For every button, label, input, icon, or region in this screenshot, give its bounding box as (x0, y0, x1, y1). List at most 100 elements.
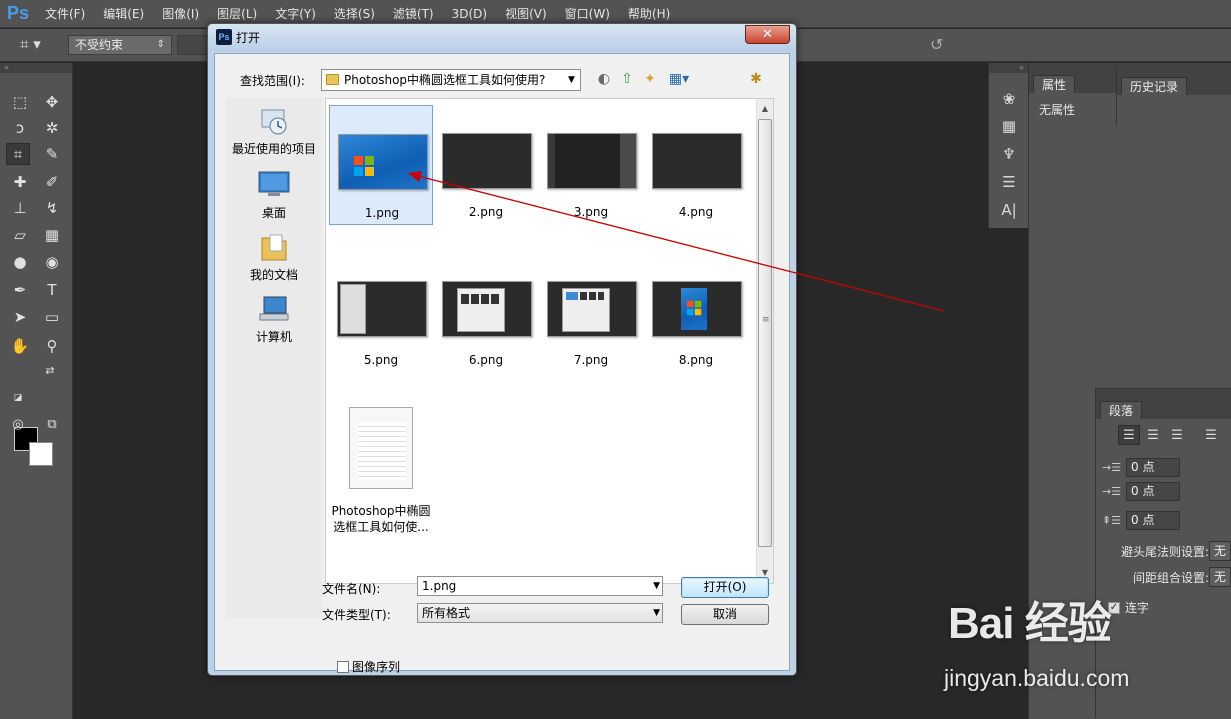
view-menu-icon[interactable]: ▦▾ (665, 70, 693, 88)
path-select-icon[interactable]: ➤ (8, 306, 32, 328)
type-icon[interactable]: T (40, 279, 64, 301)
close-button[interactable]: ✕ (745, 25, 790, 44)
menu-file[interactable]: 文件(F) (36, 0, 94, 28)
hand-icon[interactable]: ✋ (8, 335, 32, 357)
computer-icon (258, 294, 290, 324)
indent-left-field[interactable]: 0 点 (1126, 458, 1180, 477)
up-folder-icon[interactable]: ⇧ (618, 70, 636, 88)
crop-tool-preset-icon[interactable]: ⌗ ▾ (20, 35, 52, 55)
image-sequence-row[interactable]: 图像序列 (337, 658, 400, 675)
photoshop-app-icon: Ps (216, 29, 232, 45)
align-center-icon[interactable]: ☰ (1142, 425, 1164, 445)
crop-icon[interactable]: ⌗ (6, 143, 30, 165)
place-desktop[interactable]: 桌面 (226, 170, 322, 221)
open-dialog: Ps 打开 ✕ 查找范围(I): Photoshop中椭圆选框工具如何使用? ▼… (207, 23, 797, 676)
place-documents[interactable]: 我的文档 (226, 232, 322, 283)
eyedropper-icon[interactable]: ✎ (40, 143, 64, 165)
file-item[interactable]: 2.png (434, 105, 538, 225)
ratio-select[interactable]: 不受约束 (68, 35, 172, 55)
healing-icon[interactable]: ✚ (8, 171, 32, 193)
cancel-button[interactable]: 取消 (681, 604, 769, 625)
tab-paragraph[interactable]: 段落 (1100, 401, 1143, 419)
rectangle-icon[interactable]: ▭ (40, 306, 64, 328)
panel-collapse[interactable]: « (989, 63, 1028, 73)
file-item[interactable]: 6.png (434, 253, 538, 373)
adjustments-icon[interactable]: ☰ (997, 171, 1021, 193)
new-folder-icon[interactable]: ✦ (641, 70, 659, 88)
dialog-titlebar[interactable]: Ps 打开 ✕ (208, 24, 796, 51)
file-thumbnail (652, 133, 742, 189)
dodge-icon[interactable]: ◉ (40, 251, 64, 273)
file-type-select[interactable]: 所有格式 ▼ (417, 603, 663, 623)
mojikumi-select[interactable]: 无 (1209, 567, 1231, 587)
hyphenate-checkbox-row[interactable]: ✓ 连字 (1108, 599, 1149, 616)
file-name: 6.png (468, 353, 504, 367)
history-brush-icon[interactable]: ↯ (40, 197, 64, 219)
menu-edit[interactable]: 编辑(E) (94, 0, 153, 28)
place-label: 最近使用的项目 (231, 142, 316, 156)
tab-history[interactable]: 历史记录 (1121, 77, 1188, 95)
file-item[interactable]: 8.png (644, 253, 748, 373)
lasso-icon[interactable]: ↄ (8, 117, 32, 139)
swap-colors-icon[interactable]: ⇄ (38, 359, 62, 381)
hyphenate-checkbox[interactable]: ✓ (1108, 601, 1120, 614)
file-name: 1.png (364, 206, 400, 220)
scroll-up-icon[interactable]: ▲ (757, 101, 773, 117)
chevron-down-icon[interactable]: ▼ (653, 604, 660, 622)
document-icon (349, 407, 413, 489)
indent-first-line-field[interactable]: 0 点 (1126, 482, 1180, 501)
menu-image[interactable]: 图像(I) (153, 0, 208, 28)
marquee-icon[interactable]: ⬚ (8, 91, 32, 113)
look-in-combo[interactable]: Photoshop中椭圆选框工具如何使用? ▼ (321, 69, 581, 91)
place-recent[interactable]: 最近使用的项目 (226, 106, 322, 157)
place-computer[interactable]: 计算机 (226, 294, 322, 345)
file-thumbnail (547, 133, 637, 189)
stamp-icon[interactable]: ⊥ (8, 197, 32, 219)
magic-wand-icon[interactable]: ✲ (40, 117, 64, 139)
file-item[interactable]: 3.png (539, 105, 643, 225)
file-item[interactable]: Photoshop中椭圆选框工具如何使... (329, 401, 433, 541)
eraser-icon[interactable]: ▱ (8, 224, 32, 246)
move-icon[interactable]: ✥ (40, 91, 64, 113)
place-label: 计算机 (255, 330, 292, 344)
brush-preset-icon[interactable]: ♆ (997, 143, 1021, 165)
gradient-icon[interactable]: ▦ (40, 224, 64, 246)
file-thumbnail (337, 281, 427, 337)
quick-mask-icon[interactable]: ◎ (6, 413, 30, 435)
open-button[interactable]: 打开(O) (681, 577, 769, 598)
zoom-icon[interactable]: ⚲ (40, 335, 64, 357)
file-name-input[interactable]: 1.png ▼ (417, 576, 663, 596)
look-in-value: Photoshop中椭圆选框工具如何使用? (344, 73, 546, 87)
justify-icon[interactable]: ☰ (1200, 425, 1222, 445)
reset-icon[interactable]: ↺ (930, 35, 943, 54)
file-item[interactable]: 7.png (539, 253, 643, 373)
default-colors-icon[interactable]: ◪ (6, 387, 30, 409)
align-left-icon[interactable]: ☰ (1118, 425, 1140, 445)
kinsoku-select[interactable]: 无 (1209, 541, 1231, 561)
swatches-icon[interactable]: ▦ (997, 115, 1021, 137)
character-icon[interactable]: A| (997, 199, 1021, 221)
mojikumi-label: 间距组合设置: (1132, 571, 1209, 585)
file-name: 5.png (363, 353, 399, 367)
brush-icon[interactable]: ✐ (40, 171, 64, 193)
file-list-scrollbar[interactable]: ▲ ≡ ▼ (756, 99, 773, 583)
scroll-thumb[interactable]: ≡ (758, 119, 772, 547)
history-panel: 历史记录 (1116, 67, 1231, 125)
space-before-field[interactable]: 0 点 (1126, 511, 1180, 530)
pen-icon[interactable]: ✒ (8, 279, 32, 301)
tools-panel-collapse[interactable]: « (0, 63, 72, 73)
background-color-swatch[interactable] (29, 442, 53, 466)
file-item[interactable]: 4.png (644, 105, 748, 225)
back-icon[interactable]: ◐ (595, 70, 613, 88)
image-sequence-checkbox[interactable] (337, 660, 349, 673)
screen-mode-icon[interactable]: ⧉ (40, 413, 64, 435)
color-palette-icon[interactable]: ❀ (997, 88, 1021, 110)
chevron-down-icon[interactable]: ▼ (653, 577, 660, 595)
align-right-icon[interactable]: ☰ (1166, 425, 1188, 445)
place-label: 桌面 (261, 206, 286, 220)
file-item[interactable]: 5.png (329, 253, 433, 373)
file-item[interactable]: 1.png (329, 105, 433, 225)
special-folder-icon[interactable]: ✱ (747, 70, 765, 88)
blur-icon[interactable]: ● (8, 251, 32, 273)
tab-properties[interactable]: 属性 (1033, 75, 1076, 93)
